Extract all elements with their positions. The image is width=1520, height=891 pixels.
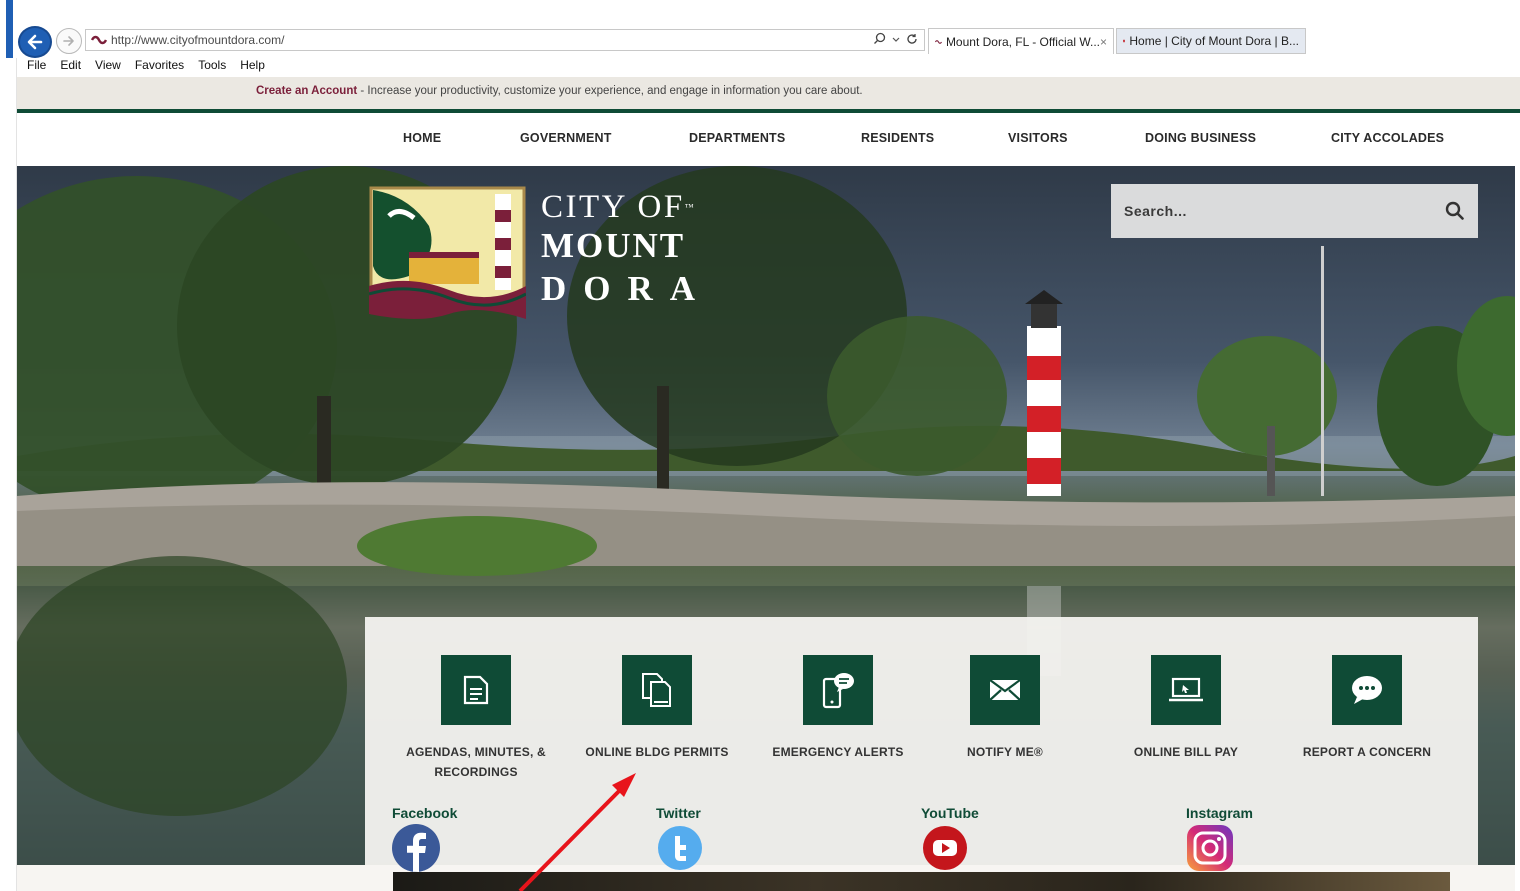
main-nav: HOME GOVERNMENT DEPARTMENTS RESIDENTS VI… <box>17 113 1520 166</box>
menu-edit[interactable]: Edit <box>60 58 81 74</box>
nav-departments[interactable]: DEPARTMENTS <box>689 131 785 145</box>
quick-link-tile[interactable] <box>1151 655 1221 725</box>
quick-link-label[interactable]: EMERGENCY ALERTS <box>748 742 928 762</box>
menu-file[interactable]: File <box>27 58 46 74</box>
arrow-right-icon <box>63 36 74 46</box>
social-label[interactable]: Facebook <box>392 805 457 821</box>
menu-view[interactable]: View <box>95 58 121 74</box>
quick-link-tile[interactable] <box>622 655 692 725</box>
social-instagram[interactable]: Instagram <box>1186 805 1253 877</box>
nav-government[interactable]: GOVERNMENT <box>520 131 612 145</box>
search-icon[interactable] <box>1445 201 1464 220</box>
quick-link-online-bill-pay[interactable]: ONLINE BILL PAY <box>1096 655 1276 762</box>
instagram-icon[interactable] <box>1186 824 1234 872</box>
copy-documents-icon <box>642 673 671 707</box>
youtube-icon[interactable] <box>921 824 969 872</box>
address-url[interactable]: http://www.cityofmountdora.com/ <box>111 33 284 47</box>
quick-link-notify-me[interactable]: NOTIFY ME® <box>915 655 1095 762</box>
quick-link-online-bldg-permits[interactable]: ONLINE BLDG PERMITS <box>567 655 747 762</box>
announcement-text: - Increase your productivity, customize … <box>357 85 863 97</box>
menu-help[interactable]: Help <box>240 58 265 74</box>
quick-link-label[interactable]: ONLINE BLDG PERMITS <box>567 742 747 762</box>
city-logo[interactable] <box>369 186 526 319</box>
quick-link-agendas[interactable]: AGENDAS, MINUTES, & RECORDINGS <box>386 655 566 782</box>
site-favicon-icon <box>935 39 942 44</box>
wordmark-line-2: MOUNT <box>541 226 686 265</box>
quick-link-tile[interactable] <box>970 655 1040 725</box>
search-input[interactable] <box>1111 203 1421 219</box>
tab-label: Home | City of Mount Dora | B... <box>1129 34 1299 48</box>
nav-visitors[interactable]: VISITORS <box>1008 131 1068 145</box>
nav-residents[interactable]: RESIDENTS <box>861 131 934 145</box>
quick-link-report-a-concern[interactable]: REPORT A CONCERN <box>1277 655 1457 762</box>
search-icon[interactable] <box>873 32 886 45</box>
account-announcement: Create an Account - Increase your produc… <box>17 77 1520 109</box>
quick-link-label[interactable]: REPORT A CONCERN <box>1277 742 1457 762</box>
speech-bubble-icon <box>1352 676 1382 704</box>
document-icon <box>463 675 489 705</box>
featured-photo-strip <box>393 872 1450 891</box>
nav-city-accolades[interactable]: CITY ACCOLADES <box>1331 131 1444 145</box>
back-button[interactable] <box>18 26 52 58</box>
social-label[interactable]: YouTube <box>921 805 979 821</box>
quick-link-tile[interactable] <box>1332 655 1402 725</box>
nav-home[interactable]: HOME <box>403 131 441 145</box>
tab-home-city-of-mount-dora[interactable]: Home | City of Mount Dora | B... <box>1116 28 1306 54</box>
wordmark-line-1: CITY OF <box>541 189 685 225</box>
social-twitter[interactable]: Twitter <box>656 805 704 877</box>
mobile-chat-icon <box>822 673 854 709</box>
twitter-icon[interactable] <box>656 824 704 872</box>
quick-link-label[interactable]: NOTIFY ME® <box>915 742 1095 762</box>
quick-link-emergency-alerts[interactable]: EMERGENCY ALERTS <box>748 655 928 762</box>
site-favicon-icon <box>91 35 107 45</box>
arrow-left-icon <box>27 34 43 50</box>
facebook-icon[interactable] <box>392 824 440 872</box>
envelope-icon <box>989 679 1021 701</box>
menu-tools[interactable]: Tools <box>198 58 226 74</box>
menu-bar: File Edit View Favorites Tools Help <box>27 58 265 74</box>
laptop-icon <box>1169 677 1203 702</box>
quick-link-tile[interactable] <box>803 655 873 725</box>
trademark: ™ <box>684 202 697 212</box>
social-youtube[interactable]: YouTube <box>921 805 979 877</box>
quick-link-tile[interactable] <box>441 655 511 725</box>
tab-mount-dora-official[interactable]: Mount Dora, FL - Official W... × <box>928 28 1114 54</box>
close-tab-button[interactable]: × <box>1100 35 1107 49</box>
city-favicon-icon <box>1123 39 1126 43</box>
forward-button[interactable] <box>56 28 82 54</box>
social-label[interactable]: Twitter <box>656 805 704 821</box>
quick-link-label[interactable]: AGENDAS, MINUTES, & RECORDINGS <box>401 742 551 782</box>
nav-doing-business[interactable]: DOING BUSINESS <box>1145 131 1256 145</box>
tab-label: Mount Dora, FL - Official W... <box>945 34 1100 49</box>
favorites-rail <box>0 58 17 891</box>
address-bar[interactable]: http://www.cityofmountdora.com/ <box>85 29 925 51</box>
site-search <box>1111 184 1478 238</box>
menu-favorites[interactable]: Favorites <box>135 58 184 74</box>
social-facebook[interactable]: Facebook <box>392 805 457 877</box>
wordmark-line-3: DORA <box>541 269 713 308</box>
window-accent <box>6 0 13 58</box>
city-wordmark[interactable]: CITY OF™ MOUNT DORA <box>541 190 712 310</box>
quick-link-label[interactable]: ONLINE BILL PAY <box>1096 742 1276 762</box>
social-label[interactable]: Instagram <box>1186 805 1253 821</box>
dropdown-icon[interactable] <box>892 35 900 43</box>
create-account-link[interactable]: Create an Account <box>256 85 357 97</box>
refresh-icon[interactable] <box>906 33 918 45</box>
